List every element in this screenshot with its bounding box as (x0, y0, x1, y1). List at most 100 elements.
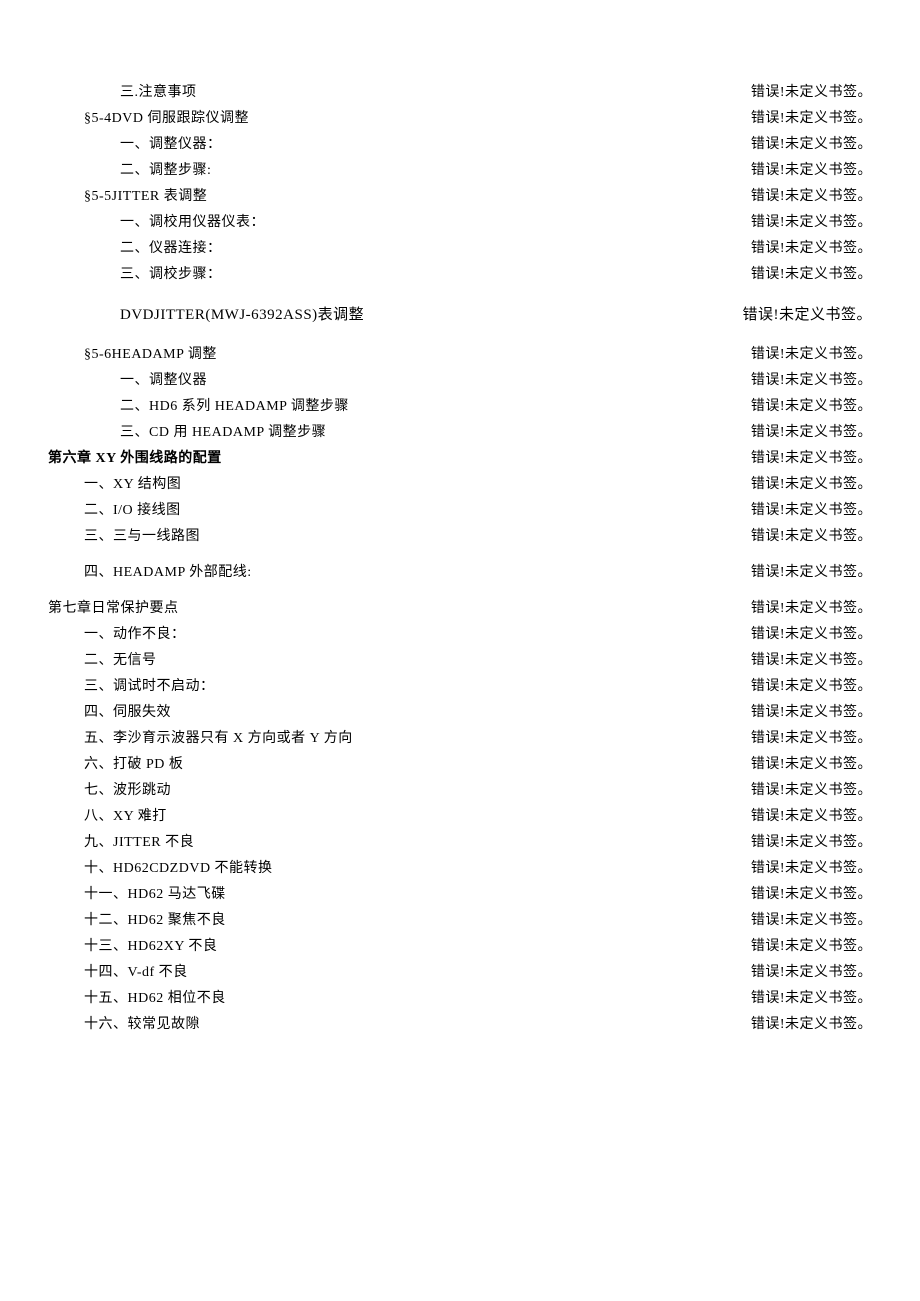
toc-entry-title: 一、调校用仪器仪表： (120, 210, 265, 236)
toc-dot-leader (254, 562, 749, 576)
toc-dot-leader (228, 884, 749, 898)
toc-page-ref: 错误!未定义书签。 (751, 472, 872, 498)
toc-dot-leader (224, 264, 749, 278)
toc-entry-title: 一、动作不良： (84, 622, 186, 648)
toc-page-ref: 错误!未定义书签。 (751, 648, 872, 674)
toc-line: 一、XY 结构图错误!未定义书签。 (48, 472, 872, 498)
toc-page-ref: 错误!未定义书签。 (743, 298, 873, 332)
toc-line: 三、调试时不启动：错误!未定义书签。 (48, 674, 872, 700)
toc-entry-title: 第七章日常保护要点 (48, 596, 179, 622)
toc-dot-leader (224, 134, 749, 148)
toc-page-ref: 错误!未定义书签。 (751, 236, 872, 262)
toc-line: 三、调校步骤： 错误!未定义书签。 (48, 262, 872, 288)
toc-page-ref: 错误!未定义书签。 (751, 524, 872, 550)
toc-dot-leader (190, 962, 749, 976)
toc-entry-title: 七、波形跳动 (84, 778, 171, 804)
toc-line: 八、XY 难打错误!未定义书签。 (48, 804, 872, 830)
toc-page-ref: 错误!未定义书签。 (751, 908, 872, 934)
toc-line: 九、JITTER 不良 错误!未定义书签。 (48, 830, 872, 856)
toc-dot-leader (224, 238, 749, 252)
toc-page-ref: 错误!未定义书签。 (751, 184, 872, 210)
toc-page-ref: 错误!未定义书签。 (751, 80, 872, 106)
toc-entry-title: 三.注意事项 (120, 80, 197, 106)
toc-dot-leader (219, 344, 749, 358)
toc-line: 四、伺服失效 错误!未定义书签。 (48, 700, 872, 726)
toc-entry-title: 十、HD62CDZDVD 不能转换 (84, 856, 273, 882)
toc-page-ref: 错误!未定义书签。 (751, 622, 872, 648)
toc-page-ref: 错误!未定义书签。 (751, 446, 872, 472)
toc-entry-title: 一、调整仪器 (120, 368, 207, 394)
toc-entry-title: 二、调整步骤: (120, 158, 211, 184)
toc-page-ref: 错误!未定义书签。 (751, 106, 872, 132)
toc-page-ref: 错误!未定义书签。 (751, 560, 872, 586)
toc-page-ref: 错误!未定义书签。 (751, 700, 872, 726)
toc-line: 十四、V-df 不良错误!未定义书签。 (48, 960, 872, 986)
toc-line: 一、调整仪器：错误!未定义书签。 (48, 132, 872, 158)
toc-dot-leader (224, 448, 749, 462)
toc-dot-leader (267, 212, 749, 226)
toc-page-ref: 错误!未定义书签。 (751, 752, 872, 778)
toc-page-ref: 错误!未定义书签。 (751, 986, 872, 1012)
toc-dot-leader (275, 858, 749, 872)
toc-page-ref: 错误!未定义书签。 (751, 830, 872, 856)
toc-dot-leader (351, 396, 749, 410)
toc-line: 十六、较常见故隙错误!未定义书签。 (48, 1012, 872, 1038)
toc-dot-leader (202, 526, 749, 540)
toc-line: 二、I/O 接线图 错误!未定义书签。 (48, 498, 872, 524)
toc-entry-title: §5-4DVD 伺服跟踪仪调整 (84, 106, 249, 132)
toc-line: 四、HEADAMP 外部配线: 错误!未定义书签。 (48, 560, 872, 586)
toc-dot-leader (219, 936, 748, 950)
toc-entry-title: 九、JITTER 不良 (84, 830, 194, 856)
toc-line: 十三、HD62XY 不良错误!未定义书签。 (48, 934, 872, 960)
toc-entry-title: 四、HEADAMP 外部配线: (84, 560, 252, 586)
toc-entry-title: 三、CD 用 HEADAMP 调整步骤 (120, 420, 326, 446)
toc-page-ref: 错误!未定义书签。 (751, 420, 872, 446)
toc-dot-leader (183, 500, 749, 514)
toc-line: 十、HD62CDZDVD 不能转换错误!未定义书签。 (48, 856, 872, 882)
toc-page-ref: 错误!未定义书签。 (751, 262, 872, 288)
toc-line: 二、HD6 系列 HEADAMP 调整步骤错误!未定义书签。 (48, 394, 872, 420)
toc-dot-leader (196, 832, 749, 846)
toc-line: 七、波形跳动 错误!未定义书签。 (48, 778, 872, 804)
toc-dot-leader (199, 82, 749, 96)
toc-line: 一、调校用仪器仪表： 错误!未定义书签。 (48, 210, 872, 236)
toc-entry-title: 三、调校步骤： (120, 262, 222, 288)
toc-line: 三、CD 用 HEADAMP 调整步骤 错误!未定义书签。 (48, 420, 872, 446)
toc-entry-title: §5-5JITTER 表调整 (84, 184, 207, 210)
toc-line: §5-6HEADAMP 调整错误!未定义书签。 (48, 342, 872, 368)
toc-page-ref: 错误!未定义书签。 (751, 596, 872, 622)
toc-line: 十五、HD62 相位不良错误!未定义书签。 (48, 986, 872, 1012)
toc-entry-title: 三、调试时不启动： (84, 674, 215, 700)
toc-entry-title: 一、调整仪器： (120, 132, 222, 158)
toc-entry-title: 二、无信号 (84, 648, 157, 674)
toc-line: 三.注意事项 错误!未定义书签。 (48, 80, 872, 106)
toc-dot-leader (173, 780, 749, 794)
toc-page-ref: 错误!未定义书签。 (751, 342, 872, 368)
toc-entry-title: 十三、HD62XY 不良 (84, 934, 217, 960)
toc-dot-leader (185, 754, 748, 768)
toc-entry-title: 十一、HD62 马达飞碟 (84, 882, 226, 908)
toc-page-ref: 错误!未定义书签。 (751, 498, 872, 524)
toc-line: §5-4DVD 伺服跟踪仪调整 错误!未定义书签。 (48, 106, 872, 132)
toc-line: 十二、HD62 聚焦不良错误!未定义书签。 (48, 908, 872, 934)
toc-page-ref: 错误!未定义书签。 (751, 778, 872, 804)
toc-dot-leader (366, 304, 740, 319)
toc-dot-leader (213, 160, 748, 174)
toc-dot-leader (173, 702, 749, 716)
toc-line: 第七章日常保护要点 错误!未定义书签。 (48, 596, 872, 622)
toc-entry-title: 第六章 XY 外围线路的配置 (48, 446, 222, 472)
toc-entry-title: 十四、V-df 不良 (84, 960, 188, 986)
toc-line: 二、调整步骤:错误!未定义书签。 (48, 158, 872, 184)
toc-entry-title: 五、李沙育示波器只有 X 方向或者 Y 方向 (84, 726, 353, 752)
toc-line: 十一、HD62 马达飞碟错误!未定义书签。 (48, 882, 872, 908)
toc-entry-title: 二、I/O 接线图 (84, 498, 181, 524)
toc-page-ref: 错误!未定义书签。 (751, 210, 872, 236)
toc-line: DVDJITTER(MWJ-6392ASS)表调整错误!未定义书签。 (48, 298, 872, 332)
toc-page-ref: 错误!未定义书签。 (751, 1012, 872, 1038)
toc-dot-leader (169, 806, 749, 820)
toc-entry-title: 四、伺服失效 (84, 700, 171, 726)
toc-line: §5-5JITTER 表调整 错误!未定义书签。 (48, 184, 872, 210)
toc-dot-leader (228, 988, 749, 1002)
toc-dot-leader (217, 676, 749, 690)
toc-page-ref: 错误!未定义书签。 (751, 394, 872, 420)
